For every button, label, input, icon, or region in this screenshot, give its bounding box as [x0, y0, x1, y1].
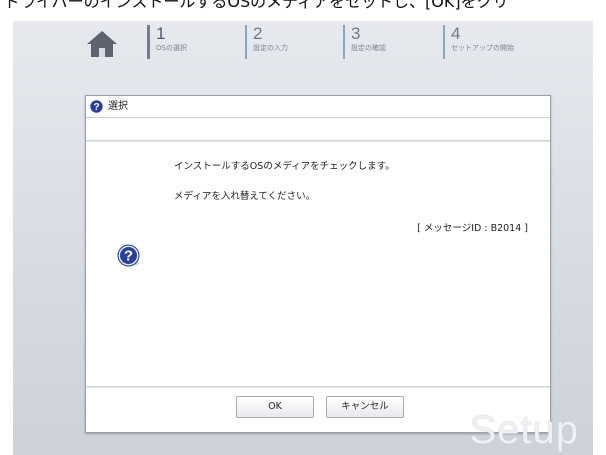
- step-2-label: 設定の入力: [253, 44, 288, 52]
- top-caption: ドライバーのインストールするOSのメディアをセットし、[OK]をクリ: [4, 0, 509, 11]
- step-4-label: セットアップの開始: [451, 44, 514, 52]
- question-icon-small: ?: [90, 100, 103, 113]
- cancel-button[interactable]: キャンセル: [326, 396, 404, 418]
- step-3: 3 設定の確認: [343, 25, 386, 59]
- setup-window: 1 OSの選択 2 設定の入力 3 設定の確認 4 セットアップの開始 ? 選択…: [13, 21, 593, 455]
- svg-text:?: ?: [124, 248, 133, 265]
- step-4: 4 セットアップの開始: [443, 25, 514, 59]
- step-bar: 1 OSの選択 2 設定の入力 3 設定の確認 4 セットアップの開始: [85, 23, 565, 63]
- step-1-label: OSの選択: [156, 44, 187, 52]
- step-2: 2 設定の入力: [245, 25, 288, 59]
- bottom-divider: [86, 386, 550, 388]
- step-1: 1 OSの選択: [147, 25, 187, 59]
- dialog-title: 選択: [108, 101, 128, 112]
- step-2-number: 2: [253, 24, 263, 43]
- message-id: [ メッセージID : B2014 ]: [417, 223, 528, 234]
- select-dialog: ? 選択 インストールするOSのメディアをチェックします。 メディアを入れ替えて…: [85, 95, 551, 433]
- step-3-label: 設定の確認: [351, 44, 386, 52]
- step-1-number: 1: [156, 24, 166, 43]
- question-icon: ?: [117, 244, 140, 267]
- svg-text:?: ?: [93, 102, 99, 113]
- home-icon[interactable]: [85, 29, 119, 59]
- setup-watermark: Setup: [469, 408, 579, 452]
- message-line-2: メディアを入れ替えてください。: [174, 191, 316, 202]
- dialog-title-bar: ? 選択: [86, 96, 550, 118]
- step-3-number: 3: [351, 24, 361, 43]
- step-4-number: 4: [451, 24, 461, 43]
- message-line-1: インストールするOSのメディアをチェックします。: [174, 161, 395, 172]
- top-divider: [86, 140, 550, 142]
- ok-button[interactable]: OK: [236, 396, 314, 418]
